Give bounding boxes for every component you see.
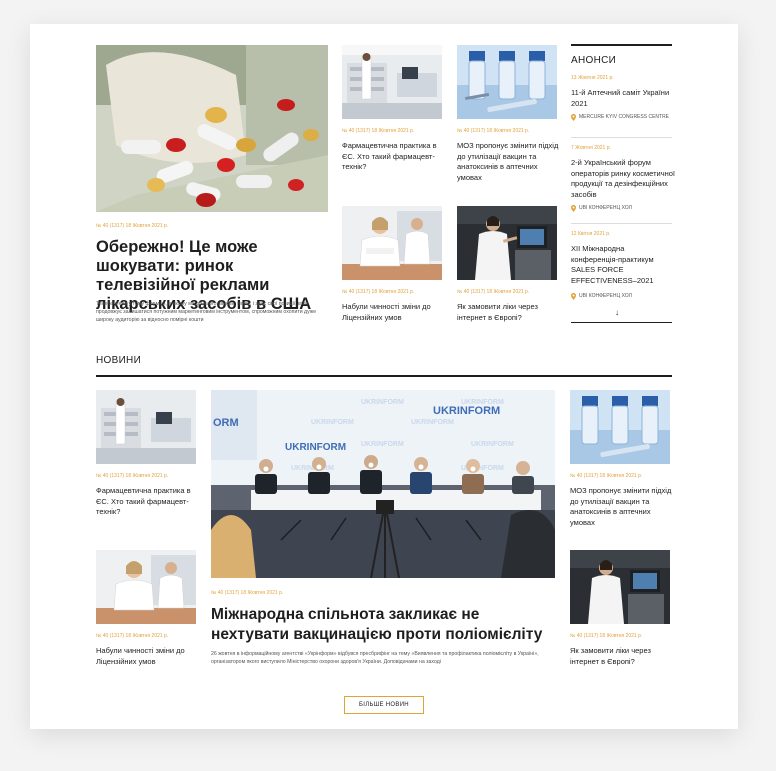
map-pin-icon (571, 293, 576, 300)
svg-text:UKRINFORM: UKRINFORM (311, 419, 354, 426)
hero-image-pills-money[interactable] (96, 45, 328, 212)
news-title[interactable]: Як замовити ліки через інтернет в Європі… (570, 646, 674, 667)
news-image-vaccine-vials[interactable] (570, 390, 670, 464)
news-title[interactable]: МОЗ пропонує змінити підхід до утилізаці… (570, 486, 674, 528)
announcements-rule (571, 44, 672, 46)
card-image-vaccine-vials[interactable] (457, 45, 557, 119)
more-news-button[interactable]: БІЛЬШЕ НОВИН (344, 696, 424, 714)
card-title[interactable]: МОЗ пропонує змінити підхід до утилізаці… (457, 141, 561, 183)
news-meta: № 40 (1317) 18 Жовтня 2021 р. (96, 473, 169, 479)
svg-text:UKRINFORM: UKRINFORM (361, 399, 404, 406)
announcement-divider (571, 137, 672, 138)
card-title[interactable]: Набули чинності зміни до Ліцензійних умо… (342, 302, 446, 323)
announcement-location-text: UBI КОНФЕРЕНЦ ХОЛ (579, 293, 632, 299)
page: № 40 (1317) 18 Жовтня 2021 р. Обережно! … (30, 24, 738, 729)
announcement-date: 7 Жовтня 2021 р. (571, 145, 611, 151)
news-heading: НОВИНИ (96, 355, 142, 366)
news-feature-image-press-briefing[interactable]: UKRINFORM UKRINFORM UKRINFORM UKRINFORM … (211, 390, 555, 578)
ukrinform-side-logo: ORM (213, 417, 239, 429)
news-feature-title[interactable]: Міжнародна спільнота закликає не нехтува… (211, 605, 555, 645)
news-image-pharmacists[interactable] (96, 550, 196, 624)
map-pin-icon (571, 114, 576, 121)
news-image-pharmacy-terminal[interactable] (570, 550, 670, 624)
news-meta: № 40 (1317) 18 Жовтня 2021 р. (570, 633, 643, 639)
news-rule (96, 375, 672, 377)
announcement-title[interactable]: 11-й Аптечний саміт України 2021 (571, 88, 675, 109)
card-title[interactable]: Фармацевтична практика в ЄС. Хто такий ф… (342, 141, 446, 173)
map-pin-icon (571, 205, 576, 212)
announcement-date: 13 Жовтня 2021 р. (571, 75, 614, 81)
card-meta: № 40 (1317) 18 Жовтня 2021 р. (342, 289, 415, 295)
announcement-title[interactable]: XII Міжнародна конференція-практикум SAL… (571, 244, 671, 286)
announcement-bottom-rule (571, 322, 672, 323)
news-title[interactable]: Набули чинності зміни до Ліцензійних умо… (96, 646, 200, 667)
svg-text:UKRINFORM: UKRINFORM (361, 441, 404, 448)
card-image-pharmacy-lab[interactable] (342, 45, 442, 119)
card-image-pharmacists[interactable] (342, 206, 442, 280)
announcement-location: UBI КОНФЕРЕНЦ ХОЛ (571, 205, 671, 212)
announcement-title[interactable]: 2-й Український форум операторів ринку к… (571, 158, 675, 200)
hero-excerpt: Телебачення у тому форматі, в якому ми д… (96, 301, 317, 323)
card-meta: № 40 (1317) 18 Жовтня 2021 р. (342, 128, 415, 134)
card-meta: № 40 (1317) 18 Жовтня 2021 р. (457, 128, 530, 134)
news-image-pharmacy-lab[interactable] (96, 390, 196, 464)
card-meta: № 40 (1317) 18 Жовтня 2021 р. (457, 289, 530, 295)
announcement-location-text: UBI КОНФЕРЕНЦ ХОЛ (579, 205, 632, 211)
announcement-date: 12 Квітня 2021 р. (571, 231, 611, 237)
arrow-down-icon[interactable]: ↓ (615, 308, 619, 318)
announcement-location: MERCURE KYIV CONGRESS CENTRE (571, 114, 671, 121)
ukrinform-logo: UKRINFORM (285, 442, 346, 453)
ukrinform-logo: UKRINFORM (433, 405, 500, 417)
card-title[interactable]: Як замовити ліки через інтернет в Європі… (457, 302, 561, 323)
svg-text:UKRINFORM: UKRINFORM (411, 419, 454, 426)
news-feature-meta: № 40 (1317) 18 Жовтня 2021 р. (211, 590, 284, 596)
news-feature-excerpt: 26 жовтня в інформаційному агентстві «Ук… (211, 651, 539, 665)
news-meta: № 40 (1317) 18 Жовтня 2021 р. (570, 473, 643, 479)
card-image-pharmacy-terminal[interactable] (457, 206, 557, 280)
news-meta: № 40 (1317) 18 Жовтня 2021 р. (96, 633, 169, 639)
announcement-location-text: MERCURE KYIV CONGRESS CENTRE (579, 114, 670, 120)
announcement-location: UBI КОНФЕРЕНЦ ХОЛ (571, 293, 671, 300)
hero-meta: № 40 (1317) 18 Жовтня 2021 р. (96, 223, 169, 229)
announcement-divider (571, 223, 672, 224)
news-title[interactable]: Фармацевтична практика в ЄС. Хто такий ф… (96, 486, 200, 518)
announcements-heading: АНОНСИ (571, 55, 617, 66)
svg-text:UKRINFORM: UKRINFORM (471, 441, 514, 448)
